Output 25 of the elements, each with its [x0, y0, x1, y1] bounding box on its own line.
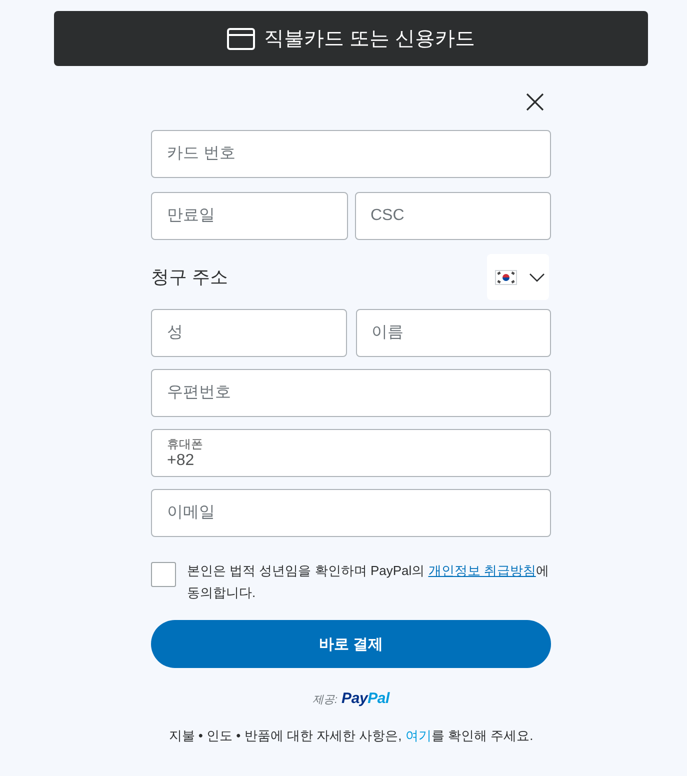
phone-field[interactable]: 휴대폰 +82: [151, 429, 551, 477]
card-payment-button[interactable]: 직불카드 또는 신용카드: [54, 11, 648, 66]
consent-checkbox[interactable]: [151, 562, 176, 587]
consent-text: 본인은 법적 성년임을 확인하며 PayPal의 개인정보 취급방침에 동의합니다.: [187, 562, 550, 602]
flag-icon: [495, 270, 517, 284]
last-name-field[interactable]: 성: [151, 309, 346, 357]
postal-code-field[interactable]: 우편번호: [151, 369, 551, 417]
phone-field-label: 휴대폰: [167, 438, 203, 450]
card-icon: [226, 28, 255, 50]
expiry-date-field[interactable]: 만료일: [151, 192, 348, 240]
email-field[interactable]: 이메일: [151, 489, 551, 537]
powered-by-label: 제공:: [312, 693, 338, 707]
country-select[interactable]: [487, 254, 549, 300]
privacy-policy-link[interactable]: 개인정보 취급방침: [428, 563, 536, 578]
csc-field[interactable]: CSC: [354, 192, 551, 240]
phone-number-input[interactable]: +82: [167, 450, 535, 470]
card-number-field[interactable]: 카드 번호: [151, 130, 551, 178]
pay-now-button[interactable]: 바로 결제: [151, 620, 551, 668]
chevron-down-icon: [529, 272, 545, 282]
paypal-logo: PayPal: [342, 690, 390, 707]
close-icon: [526, 93, 544, 111]
close-button[interactable]: [526, 93, 544, 111]
first-name-field[interactable]: 이름: [356, 309, 551, 357]
footer-text: 지불 • 인도 • 반품에 대한 자세한 사항은, 여기 를 확인해 주세요.: [168, 727, 534, 745]
billing-address-heading: 청구 주소: [151, 266, 228, 289]
